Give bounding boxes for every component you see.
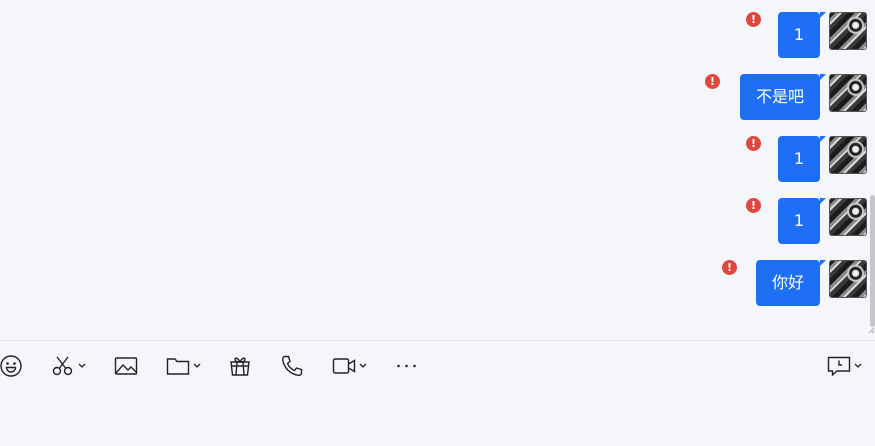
scissors-icon [52,356,73,376]
send-failed-icon[interactable]: ! [746,136,761,151]
phone-icon [281,355,303,377]
avatar[interactable] [829,74,867,112]
avatar[interactable] [829,198,867,236]
message-bubble[interactable]: 1 [777,136,827,182]
voice-call-button[interactable] [280,352,304,380]
message-bubble[interactable]: 1 [777,12,827,58]
video-call-button[interactable] [332,352,367,380]
emoji-icon [0,355,22,377]
video-icon [332,358,356,374]
chevron-down-icon [193,363,201,368]
image-icon [114,357,138,375]
scrollbar[interactable] [870,195,875,327]
avatar[interactable] [829,12,867,50]
divider [0,340,875,341]
message-bubble[interactable]: 你好 [755,260,827,306]
chevron-down-icon [359,363,367,368]
message-bubble[interactable]: 不是吧 [739,74,827,120]
send-failed-icon[interactable]: ! [746,12,761,27]
toolbar [0,346,875,386]
image-button[interactable] [114,352,138,380]
send-failed-icon[interactable]: ! [705,74,720,89]
more-button[interactable] [395,352,419,380]
resize-handle-icon[interactable] [868,327,875,334]
chevron-down-icon [78,363,86,368]
screenshot-button[interactable] [51,352,86,380]
avatar[interactable] [829,136,867,174]
emoji-button[interactable] [0,352,24,380]
message-input[interactable] [0,388,875,446]
chat-history-button[interactable] [827,352,862,380]
send-failed-icon[interactable]: ! [746,198,761,213]
folder-icon [166,358,190,375]
message-bubble[interactable]: 1 [777,198,827,244]
more-icon [397,364,416,368]
send-failed-icon[interactable]: ! [722,260,737,275]
chevron-down-icon [854,363,862,368]
gift-icon [230,357,250,376]
message-list[interactable]: ! 1 ! 不是吧 ! 1 ! 1 ! 你好 [0,0,875,340]
file-button[interactable] [166,352,201,380]
avatar[interactable] [829,260,867,298]
gift-button[interactable] [228,352,252,380]
chat-history-icon [827,356,851,377]
